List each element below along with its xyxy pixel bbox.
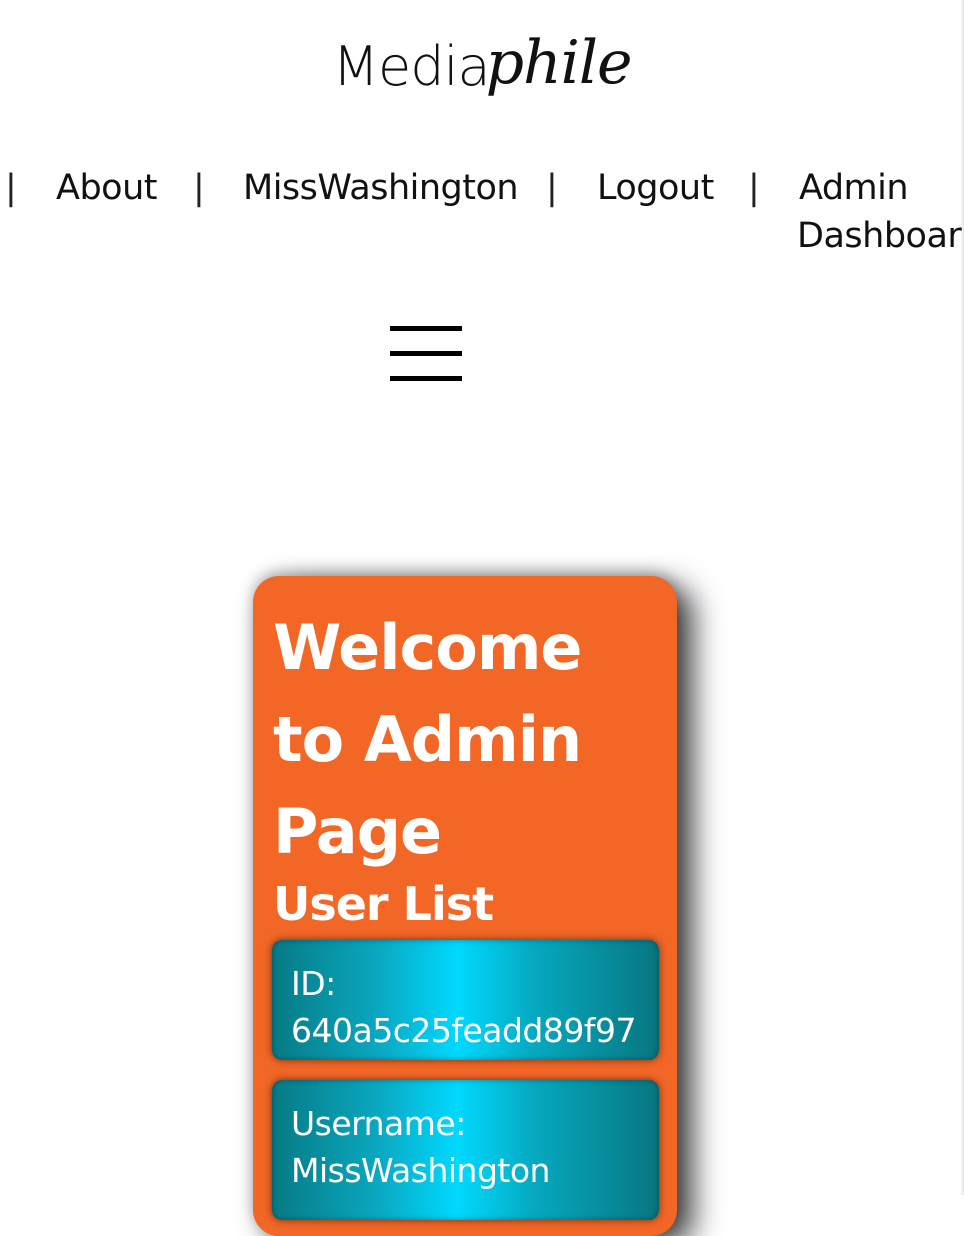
username-value: MissWashington <box>291 1151 550 1190</box>
username-label: Username: <box>291 1104 466 1143</box>
username-field: Username: MissWashington <box>272 1080 659 1220</box>
user-id-field: ID: 640a5c25feadd89f97 <box>272 940 659 1060</box>
nav-link-admin-dashboard[interactable]: Admin <box>799 168 909 208</box>
logo-text-media: Media <box>332 35 490 98</box>
nav-separator: | <box>748 168 760 208</box>
page-title: Welcome to Admin Page <box>273 611 582 868</box>
nav-link-about[interactable]: About <box>56 168 157 208</box>
nav-separator: | <box>193 168 205 208</box>
nav-separator: | <box>5 168 17 208</box>
nav-separator: | <box>546 168 558 208</box>
user-id-value: 640a5c25feadd89f97 <box>291 1011 636 1050</box>
site-logo[interactable]: Mediaphile <box>0 8 964 128</box>
hamburger-menu-icon[interactable] <box>390 326 462 384</box>
admin-card: Welcome to Admin Page User List ID: 640a… <box>253 576 677 1236</box>
logo-text-phile: phile <box>485 28 633 98</box>
section-title-user-list: User List <box>273 877 494 931</box>
nav-link-user[interactable]: MissWashington <box>243 168 519 208</box>
user-id-label: ID: <box>291 964 336 1003</box>
main-nav: | About | MissWashington | Logout | Admi… <box>0 168 964 268</box>
nav-link-admin-dashboard-line2[interactable]: Dashboar <box>797 216 962 256</box>
nav-link-logout[interactable]: Logout <box>597 168 714 208</box>
